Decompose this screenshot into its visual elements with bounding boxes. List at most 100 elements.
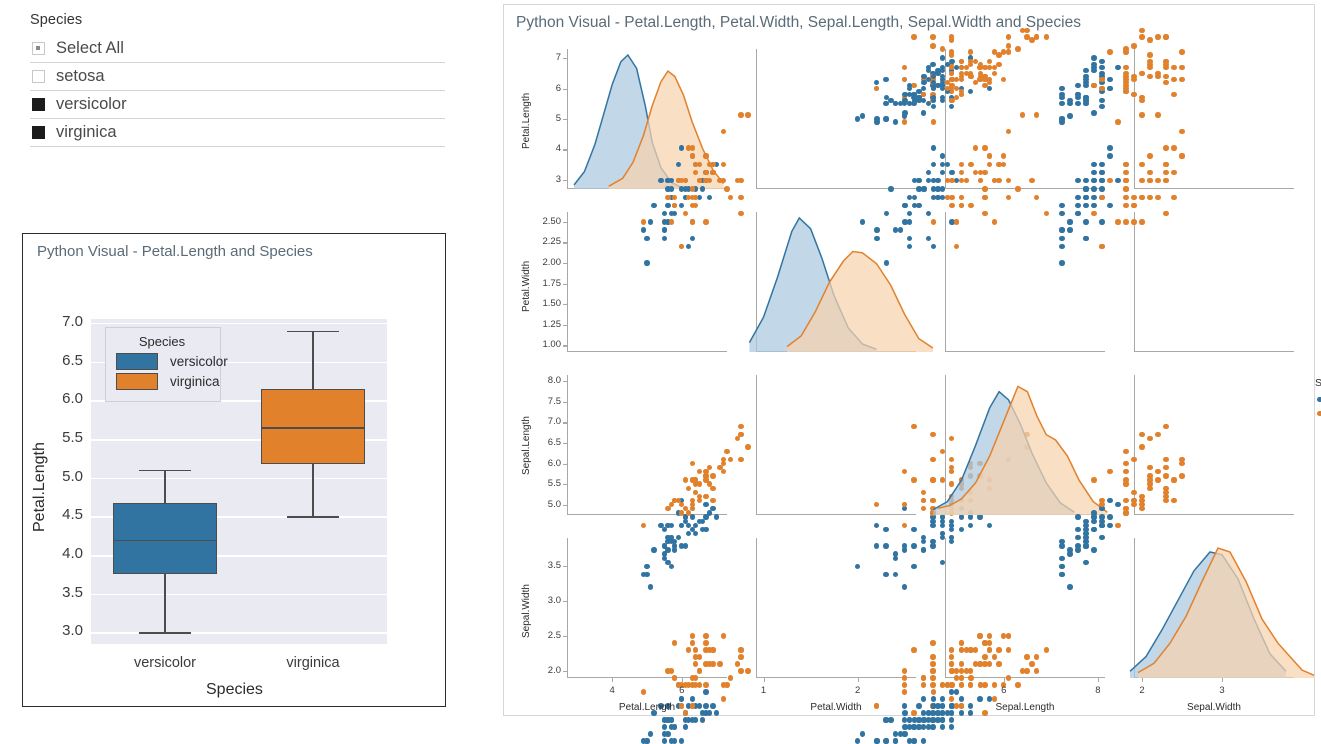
whisker-cap-upper <box>139 469 191 472</box>
data-point-virginica <box>930 497 936 504</box>
data-point-virginica <box>982 186 988 192</box>
data-point-virginica <box>911 82 917 89</box>
data-point-virginica <box>724 448 730 454</box>
data-point-versicolor <box>1091 518 1097 524</box>
legend-entry-virginica: virginica <box>116 373 220 390</box>
data-point-virginica <box>996 661 1002 667</box>
y-tick-label: 6.0 <box>62 390 83 408</box>
data-point-virginica <box>689 202 695 209</box>
data-point-virginica <box>1139 219 1145 225</box>
data-point-virginica <box>996 647 1002 653</box>
data-point-virginica <box>1171 76 1177 83</box>
data-point-versicolor <box>854 738 861 744</box>
data-point-virginica <box>1163 493 1169 500</box>
data-point-versicolor <box>921 79 927 86</box>
y-tick-label: 5.5 <box>547 478 561 490</box>
data-point-virginica <box>734 661 741 667</box>
y-tick-mark <box>563 422 567 424</box>
data-point-virginica <box>958 202 965 209</box>
y-tick-mark <box>563 381 567 383</box>
data-point-versicolor <box>1059 235 1065 242</box>
y-tick-label: 2.50 <box>542 215 562 227</box>
data-point-virginica <box>987 661 993 667</box>
data-point-virginica <box>1131 194 1137 200</box>
data-point-versicolor <box>977 696 983 702</box>
data-point-versicolor <box>939 186 946 192</box>
axis-spine-bottom <box>567 350 727 352</box>
y-tick-mark <box>563 401 567 403</box>
data-point-virginica <box>977 682 983 688</box>
data-point-versicolor <box>706 710 713 716</box>
data-point-versicolor <box>1091 194 1097 200</box>
data-point-versicolor <box>672 210 678 217</box>
data-point-virginica <box>1155 73 1161 80</box>
data-point-virginica <box>1107 469 1113 475</box>
data-point-versicolor <box>1107 85 1113 92</box>
data-point-versicolor <box>1083 518 1089 524</box>
data-point-virginica <box>920 489 927 496</box>
data-point-virginica <box>991 696 998 702</box>
box-plot-visual[interactable]: Python Visual - Petal.Length and Species… <box>22 233 446 707</box>
pairplot-scatter-sepal-length-vs-petal-width <box>756 375 1030 590</box>
data-point-virginica <box>1131 202 1137 209</box>
slicer-item-versicolor[interactable]: versicolor <box>30 91 445 119</box>
data-point-virginica <box>1123 448 1129 454</box>
data-point-versicolor <box>949 58 955 64</box>
y-axis-label: Petal.Length <box>521 92 532 149</box>
data-point-virginica <box>706 464 713 471</box>
axis-spine-bottom <box>1134 350 1294 352</box>
pairplot-scatter-sepal-width-vs-petal-length <box>563 538 751 744</box>
data-point-versicolor <box>958 526 964 533</box>
data-point-versicolor <box>930 703 936 709</box>
checkbox-empty-icon[interactable] <box>32 70 45 83</box>
checkbox-checked-icon[interactable] <box>32 126 45 139</box>
slicer-title: Species <box>30 12 83 28</box>
data-point-virginica <box>689 219 695 225</box>
data-point-versicolor <box>897 731 903 737</box>
data-point-versicolor <box>930 186 936 192</box>
data-point-virginica <box>1005 647 1012 653</box>
slicer-item-setosa[interactable]: setosa <box>30 63 445 91</box>
data-point-virginica <box>1091 82 1097 89</box>
data-point-virginica <box>1155 178 1161 184</box>
data-point-versicolor <box>1059 202 1065 209</box>
data-point-virginica <box>1043 647 1049 653</box>
data-point-virginica <box>686 647 692 653</box>
data-point-virginica <box>949 202 955 209</box>
data-point-versicolor <box>930 522 936 528</box>
data-point-versicolor <box>679 696 685 702</box>
checkbox-partial-icon[interactable] <box>32 42 45 55</box>
data-point-virginica <box>1123 481 1129 487</box>
data-point-virginica <box>963 668 969 674</box>
data-point-versicolor <box>920 547 927 553</box>
median-line-virginica <box>261 427 365 430</box>
data-point-versicolor <box>939 55 946 61</box>
data-point-virginica <box>977 73 983 80</box>
data-point-versicolor <box>939 724 946 730</box>
data-point-versicolor <box>958 710 964 716</box>
data-point-virginica <box>902 682 908 688</box>
data-point-virginica <box>930 640 936 646</box>
data-point-virginica <box>911 647 917 653</box>
checkbox-checked-icon[interactable] <box>32 98 45 111</box>
slicer-item-virginica[interactable]: virginica <box>30 119 445 147</box>
data-point-versicolor <box>874 235 880 242</box>
data-point-versicolor <box>883 526 889 533</box>
data-point-versicolor <box>902 110 908 116</box>
data-point-virginica <box>958 682 965 688</box>
data-point-versicolor <box>939 153 946 159</box>
y-tick-mark <box>563 442 567 445</box>
data-point-virginica <box>982 145 988 151</box>
data-point-virginica <box>689 153 695 159</box>
data-point-versicolor <box>958 696 965 702</box>
data-point-virginica <box>1131 43 1137 49</box>
data-point-virginica <box>703 169 709 176</box>
pairplot-visual[interactable]: Python Visual - Petal.Length, Petal.Widt… <box>503 4 1321 744</box>
legend-title: Species <box>1315 377 1321 389</box>
pairplot-scatter-sepal-length-vs-petal-length <box>563 375 751 590</box>
whisker-cap-lower <box>139 632 191 634</box>
data-point-versicolor <box>686 530 692 537</box>
data-point-virginica <box>1139 194 1145 200</box>
slicer-item-select-all[interactable]: Select All <box>30 35 445 63</box>
data-point-virginica <box>958 58 965 64</box>
